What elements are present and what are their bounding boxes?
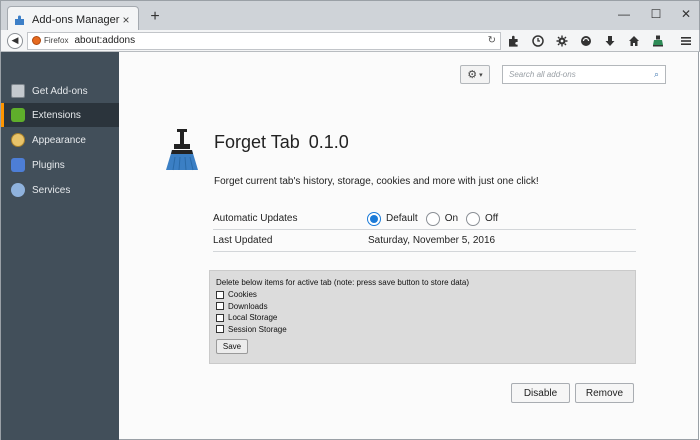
download-icon[interactable] bbox=[599, 32, 621, 50]
last-updated-label: Last Updated bbox=[213, 235, 273, 246]
automatic-updates-radio-group: Default On Off bbox=[367, 211, 506, 226]
extensions-icon bbox=[11, 108, 25, 122]
sidebar-item-label: Appearance bbox=[32, 134, 86, 146]
tab-title: Add-ons Manager bbox=[32, 13, 120, 26]
sidebar-item-get-addons[interactable]: Get Add-ons bbox=[1, 79, 120, 103]
services-icon bbox=[11, 183, 25, 197]
radio-on-label: On bbox=[444, 213, 459, 224]
checkbox-downloads-label: Downloads bbox=[228, 301, 268, 311]
remove-button[interactable]: Remove bbox=[575, 383, 634, 403]
checkbox-session-storage-box[interactable] bbox=[216, 325, 224, 334]
radio-off-label: Off bbox=[485, 213, 499, 224]
addon-detail-view: ⚙ ▾ ⌕ Forget Tab 0.1.0 Forget current ta… bbox=[119, 52, 699, 440]
home-icon[interactable] bbox=[623, 32, 645, 50]
addon-name: Forget Tab bbox=[214, 132, 300, 152]
addon-title: Forget Tab 0.1.0 bbox=[214, 132, 349, 153]
radio-default-label: Default bbox=[386, 213, 418, 224]
checkbox-cookies-label: Cookies bbox=[228, 290, 257, 300]
search-input[interactable] bbox=[509, 70, 654, 79]
disable-button[interactable]: Disable bbox=[511, 383, 570, 403]
sidebar-item-plugins[interactable]: Plugins bbox=[1, 153, 120, 177]
appearance-icon bbox=[11, 133, 25, 147]
radio-on[interactable]: On bbox=[425, 211, 459, 226]
radio-off-indicator[interactable] bbox=[466, 211, 481, 226]
checkbox-cookies[interactable]: Cookies bbox=[216, 289, 629, 301]
sidebar-item-label: Plugins bbox=[32, 159, 65, 171]
automatic-updates-label: Automatic Updates bbox=[213, 213, 298, 224]
identity-label: Firefox bbox=[44, 36, 69, 45]
get-addons-icon bbox=[11, 84, 25, 98]
checkbox-local-storage-label: Local Storage bbox=[228, 313, 278, 323]
tab-addons-manager[interactable]: Add-ons Manager × bbox=[7, 6, 139, 32]
gear-icon: ⚙ bbox=[467, 69, 478, 81]
firefox-logo-icon bbox=[32, 36, 41, 45]
last-updated-row: Last Updated Saturday, November 5, 2016 bbox=[213, 230, 636, 252]
sidebar-item-label: Services bbox=[32, 184, 71, 196]
save-button[interactable]: Save bbox=[216, 339, 248, 354]
url-text[interactable]: about:addons bbox=[74, 35, 487, 46]
chevron-down-icon: ▾ bbox=[479, 71, 483, 79]
addon-icon[interactable] bbox=[647, 32, 669, 50]
puzzle-icon[interactable] bbox=[503, 32, 525, 50]
checkbox-session-storage[interactable]: Session Storage bbox=[216, 324, 629, 336]
title-bar: Add-ons Manager × + — ☐ ✕ bbox=[0, 0, 700, 32]
reload-icon[interactable]: ↻ bbox=[488, 35, 496, 46]
identity-box[interactable]: Firefox bbox=[32, 36, 68, 45]
maximize-button[interactable]: ☐ bbox=[643, 5, 669, 23]
sync-icon[interactable] bbox=[575, 32, 597, 50]
radio-on-indicator[interactable] bbox=[425, 211, 440, 226]
checkbox-cookies-box[interactable] bbox=[216, 290, 224, 299]
sidebar-item-label: Extensions bbox=[32, 109, 81, 121]
radio-off[interactable]: Off bbox=[466, 211, 499, 226]
preferences-heading: Delete below items for active tab (note:… bbox=[216, 278, 470, 287]
addon-preferences-panel: Delete below items for active tab (note:… bbox=[209, 270, 636, 364]
checkbox-downloads[interactable]: Downloads bbox=[216, 301, 629, 313]
url-bar[interactable]: Firefox about:addons ↻ bbox=[27, 31, 501, 50]
addon-version: 0.1.0 bbox=[308, 132, 349, 152]
categories-sidebar: Get Add-ons Extensions Appearance Plugin… bbox=[0, 52, 120, 440]
back-button[interactable]: ◀ bbox=[7, 32, 23, 49]
checkbox-downloads-box[interactable] bbox=[216, 302, 224, 311]
minimize-button[interactable]: — bbox=[611, 5, 637, 23]
navigation-toolbar: ◀ Firefox about:addons ↻ bbox=[0, 30, 700, 52]
sidebar-item-appearance[interactable]: Appearance bbox=[1, 128, 120, 152]
addons-manager-icon bbox=[15, 15, 24, 25]
tab-close-icon[interactable]: × bbox=[120, 13, 132, 27]
tools-menu-button[interactable]: ⚙ ▾ bbox=[460, 65, 490, 84]
history-icon[interactable] bbox=[527, 32, 549, 50]
last-updated-value: Saturday, November 5, 2016 bbox=[368, 235, 496, 246]
addon-description: Forget current tab's history, storage, c… bbox=[214, 176, 539, 187]
checkbox-local-storage-box[interactable] bbox=[216, 313, 224, 322]
settings-icon[interactable] bbox=[551, 32, 573, 50]
broom-icon bbox=[166, 129, 198, 171]
search-box[interactable]: ⌕ bbox=[502, 65, 666, 84]
menu-icon[interactable] bbox=[675, 32, 697, 50]
checkbox-local-storage[interactable]: Local Storage bbox=[216, 312, 629, 324]
automatic-updates-row: Automatic Updates Default On Off bbox=[213, 208, 636, 230]
close-window-button[interactable]: ✕ bbox=[673, 5, 699, 23]
sidebar-item-services[interactable]: Services bbox=[1, 178, 120, 202]
radio-default-indicator[interactable] bbox=[367, 211, 381, 226]
new-tab-button[interactable]: + bbox=[147, 9, 163, 25]
back-arrow-icon: ◀ bbox=[11, 35, 19, 45]
sidebar-item-extensions[interactable]: Extensions bbox=[1, 103, 120, 127]
radio-default[interactable]: Default bbox=[367, 211, 418, 226]
checkbox-session-storage-label: Session Storage bbox=[228, 324, 287, 334]
plugins-icon bbox=[11, 158, 25, 172]
sidebar-item-label: Get Add-ons bbox=[32, 85, 88, 97]
search-icon[interactable]: ⌕ bbox=[654, 69, 659, 80]
